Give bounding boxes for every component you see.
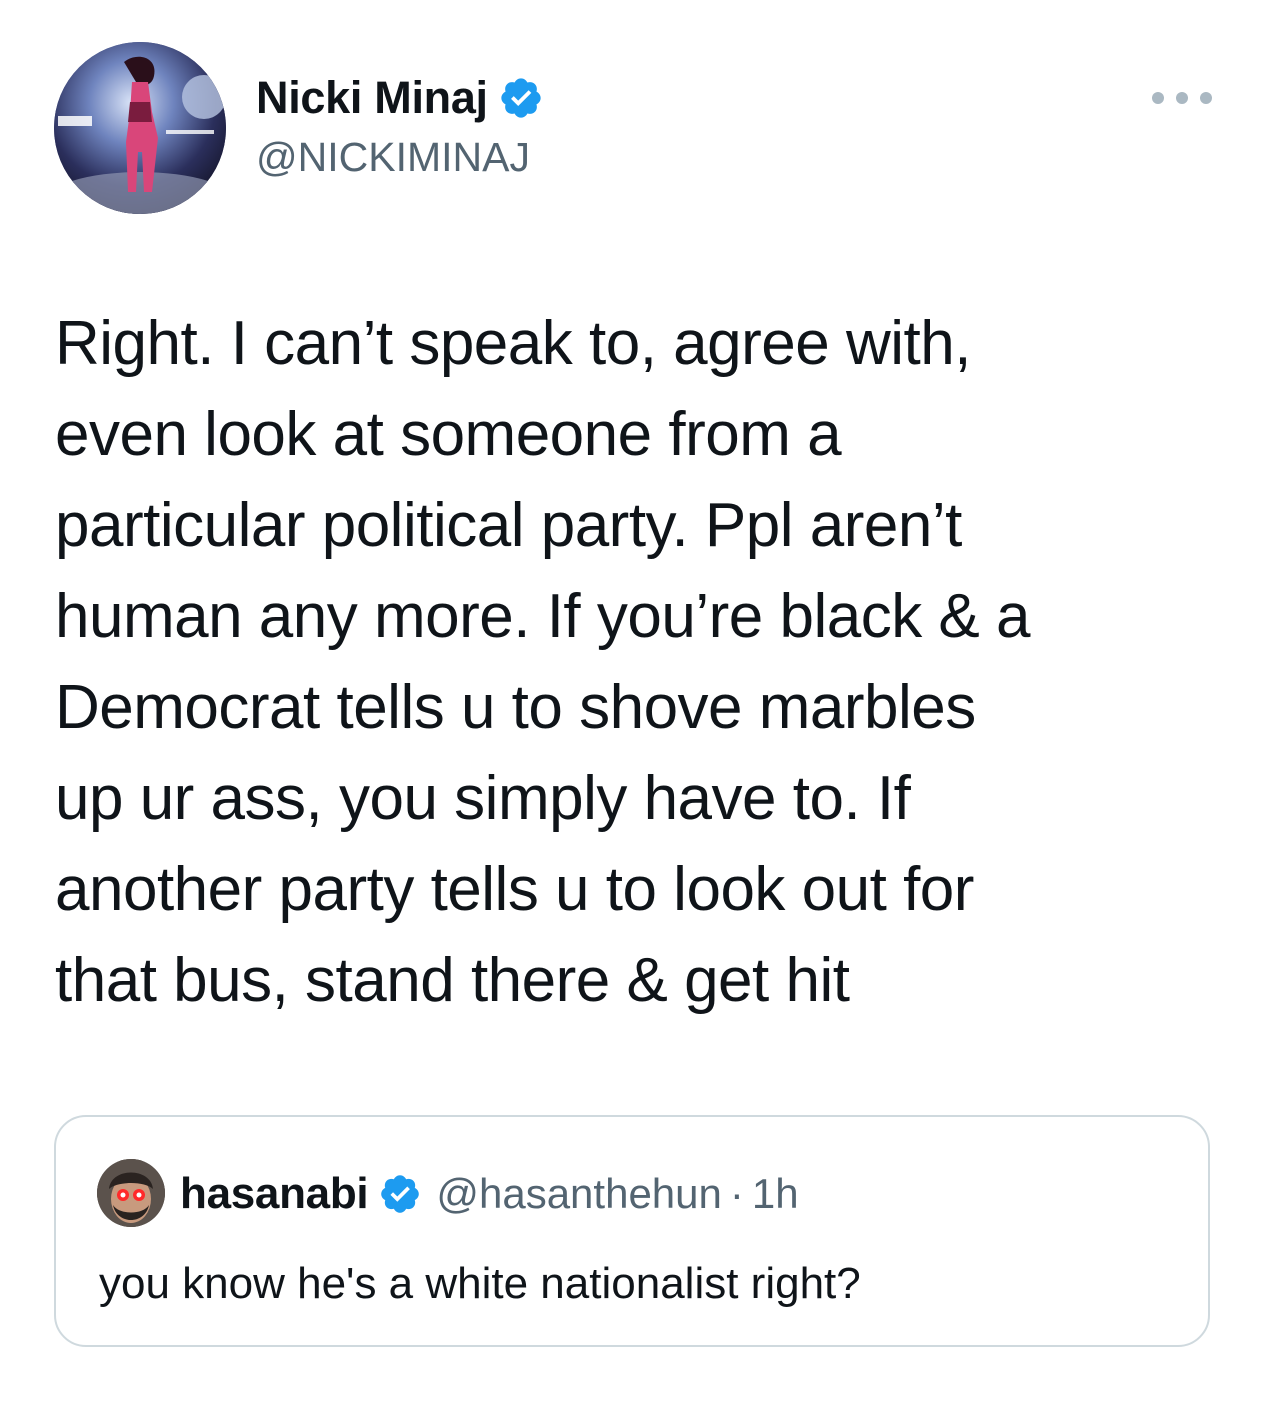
verified-badge-icon <box>381 1175 420 1213</box>
tweet-card: Nicki Minaj @NICKIMINAJ Right. I can’t s… <box>0 0 1265 1422</box>
tweet-text: Right. I can’t speak to, agree with, eve… <box>55 309 1030 1015</box>
verified-badge-icon <box>501 78 541 118</box>
quoted-tweet-header: hasanabi @hasanthehun · 1h <box>180 1167 799 1221</box>
author-avatar[interactable] <box>54 42 226 214</box>
quoted-tweet-timestamp[interactable]: 1h <box>752 1170 799 1218</box>
profile-photo-avatar <box>54 42 226 214</box>
author-handle[interactable]: @NICKIMINAJ <box>256 134 530 181</box>
profile-photo-avatar <box>97 1159 165 1227</box>
author-name-row: Nicki Minaj <box>256 72 544 124</box>
author-display-name[interactable]: Nicki Minaj <box>256 72 488 124</box>
more-dot <box>1176 92 1188 104</box>
more-options-icon[interactable] <box>1152 78 1212 118</box>
separator-dot: · <box>729 1170 744 1217</box>
more-dot <box>1200 92 1212 104</box>
quoted-author-display-name[interactable]: hasanabi <box>180 1169 369 1219</box>
quoted-author-avatar[interactable] <box>97 1159 165 1227</box>
quoted-tweet-text: you know he's a white nationalist right? <box>99 1259 861 1308</box>
quoted-author-handle[interactable]: @hasanthehun <box>436 1170 722 1218</box>
quoted-tweet[interactable]: hasanabi @hasanthehun · 1h you know he's… <box>54 1115 1210 1347</box>
more-dot <box>1152 92 1164 104</box>
